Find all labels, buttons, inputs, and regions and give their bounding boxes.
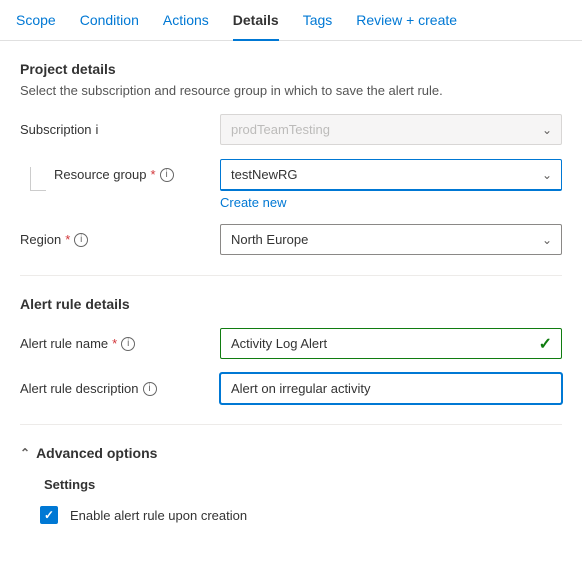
enable-alert-checkbox[interactable] <box>40 506 58 524</box>
resource-group-required: * <box>151 167 156 182</box>
settings-label: Settings <box>40 477 562 492</box>
advanced-options-label: Advanced options <box>36 445 157 461</box>
subscription-select[interactable]: prodTeamTesting <box>220 114 562 145</box>
alert-rule-desc-input[interactable] <box>220 373 562 404</box>
create-new-link[interactable]: Create new <box>220 195 562 210</box>
region-control: North Europe ⌄ <box>220 224 562 255</box>
alert-rule-desc-control <box>220 373 562 404</box>
alert-rule-desc-info-icon[interactable]: i <box>143 382 157 396</box>
tab-tags[interactable]: Tags <box>303 0 333 40</box>
tab-actions[interactable]: Actions <box>163 0 209 40</box>
tab-scope[interactable]: Scope <box>16 0 56 40</box>
resource-group-dropdown-container: testNewRG ⌄ <box>220 159 562 191</box>
advanced-options-section: ⌃ Advanced options Settings Enable alert… <box>20 445 562 524</box>
tab-review-create[interactable]: Review + create <box>356 0 457 40</box>
alert-rule-details-section: Alert rule details Alert rule name * i ✓… <box>20 296 562 404</box>
region-select[interactable]: North Europe <box>220 224 562 255</box>
alert-rule-name-row: Alert rule name * i ✓ <box>20 328 562 359</box>
alert-rule-name-info-icon[interactable]: i <box>121 337 135 351</box>
region-row: Region * i North Europe ⌄ <box>20 224 562 255</box>
subscription-info-icon[interactable]: i <box>96 122 99 137</box>
advanced-options-toggle[interactable]: ⌃ Advanced options <box>20 445 562 461</box>
section-divider-1 <box>20 275 562 276</box>
section-divider-2 <box>20 424 562 425</box>
resource-group-select[interactable]: testNewRG <box>220 159 562 191</box>
region-info-icon[interactable]: i <box>74 233 88 247</box>
subscription-dropdown-container: prodTeamTesting ⌄ <box>220 114 562 145</box>
subscription-label: Subscription i <box>20 114 220 137</box>
nav-tabs: Scope Condition Actions Details Tags Rev… <box>0 0 582 41</box>
alert-rule-name-input[interactable] <box>220 328 562 359</box>
alert-rule-details-title: Alert rule details <box>20 296 562 312</box>
alert-rule-name-label: Alert rule name * i <box>20 328 220 351</box>
project-details-title: Project details <box>20 61 562 77</box>
resource-group-row: Resource group * i testNewRG ⌄ Create ne… <box>20 159 562 210</box>
subscription-control: prodTeamTesting ⌄ <box>220 114 562 145</box>
enable-alert-label: Enable alert rule upon creation <box>70 508 247 523</box>
alert-rule-name-control: ✓ <box>220 328 562 359</box>
resource-group-control: testNewRG ⌄ Create new <box>220 159 562 210</box>
advanced-collapse-icon: ⌃ <box>20 446 30 460</box>
enable-alert-row: Enable alert rule upon creation <box>40 506 562 524</box>
project-details-section: Project details Select the subscription … <box>20 61 562 255</box>
project-details-desc: Select the subscription and resource gro… <box>20 83 562 98</box>
subscription-row: Subscription i prodTeamTesting ⌄ <box>20 114 562 145</box>
page-content: Project details Select the subscription … <box>0 41 582 544</box>
indent-decoration <box>30 167 46 191</box>
alert-rule-desc-row: Alert rule description i <box>20 373 562 404</box>
alert-rule-name-required: * <box>112 336 117 351</box>
alert-rule-name-check-icon: ✓ <box>539 334 552 354</box>
region-required: * <box>65 232 70 247</box>
resource-group-label: Resource group * i <box>46 159 246 182</box>
region-dropdown-container: North Europe ⌄ <box>220 224 562 255</box>
resource-group-info-icon[interactable]: i <box>160 168 174 182</box>
tab-details[interactable]: Details <box>233 0 279 40</box>
alert-rule-desc-label: Alert rule description i <box>20 373 220 396</box>
region-label: Region * i <box>20 224 220 247</box>
tab-condition[interactable]: Condition <box>80 0 139 40</box>
